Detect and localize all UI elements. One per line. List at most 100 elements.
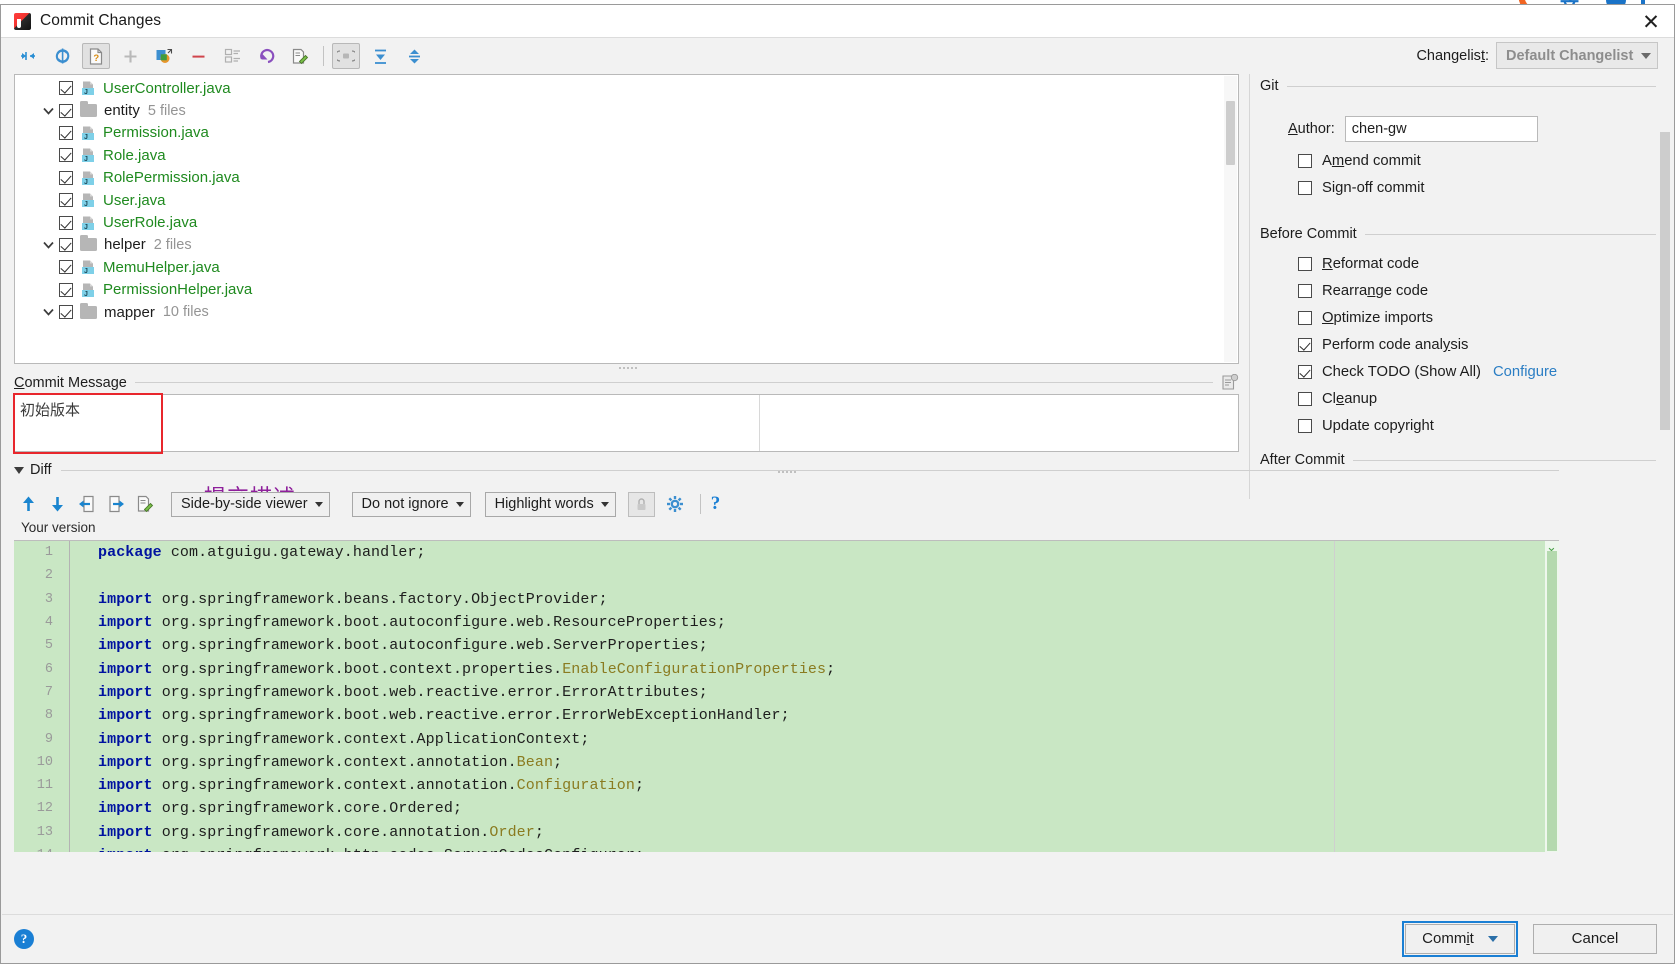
sign-off-commit-checkbox[interactable] xyxy=(1298,181,1312,195)
collapse-all-icon[interactable] xyxy=(400,43,428,69)
changed-files-tree[interactable]: J UserController.java entity 5 files J Permis… xyxy=(14,74,1239,364)
update-copyright-checkbox[interactable] xyxy=(1298,419,1312,433)
diff-code-viewer[interactable]: 1 package com.atguigu.gateway.handler; 2 3 i… xyxy=(14,540,1559,858)
collapse-triangle-icon[interactable] xyxy=(14,466,24,474)
rearrange-code-checkbox[interactable] xyxy=(1298,284,1312,298)
commit-button[interactable]: Commit xyxy=(1405,923,1515,954)
cancel-button[interactable]: Cancel xyxy=(1533,923,1657,954)
tree-file-name: UserRole.java xyxy=(103,214,198,232)
tree-row-checkbox[interactable] xyxy=(59,305,73,320)
tree-folder-row[interactable]: entity 5 files xyxy=(15,99,1238,121)
tree-row-checkbox[interactable] xyxy=(59,148,73,163)
tree-scrollbar[interactable] xyxy=(1224,76,1237,362)
edit-source-icon[interactable] xyxy=(286,43,314,69)
cleanup-checkbox[interactable] xyxy=(1298,392,1312,406)
diff-line-number: 12 xyxy=(36,801,53,817)
expand-chevron-icon[interactable] xyxy=(37,308,59,316)
tree-row-checkbox[interactable] xyxy=(59,170,73,185)
optimize-imports-checkbox[interactable] xyxy=(1298,311,1312,325)
diff-line-number: 13 xyxy=(36,824,53,840)
group-by-icon[interactable] xyxy=(218,43,246,69)
sign-off-commit-checkbox-row[interactable]: Sign-off commit xyxy=(1298,180,1674,196)
dialog-footer: ? Commit Cancel xyxy=(2,914,1673,962)
tree-row-checkbox[interactable] xyxy=(59,103,73,118)
options-scrollbar-thumb[interactable] xyxy=(1660,132,1670,430)
tree-row-checkbox[interactable] xyxy=(59,282,73,297)
tree-file-row[interactable]: J RolePermission.java xyxy=(15,167,1238,189)
tree-file-row[interactable]: J Permission.java xyxy=(15,122,1238,144)
java-file-icon: J xyxy=(80,147,96,163)
check-todo-checkbox[interactable] xyxy=(1298,365,1312,379)
tree-folder-row[interactable]: helper 2 files xyxy=(15,234,1238,256)
chevron-down-icon[interactable] xyxy=(1487,935,1498,942)
configure-link[interactable]: Configure xyxy=(1493,364,1557,380)
author-input[interactable] xyxy=(1344,116,1538,142)
help-icon[interactable]: ? xyxy=(14,928,34,949)
tree-folder-row[interactable]: mapper 10 files xyxy=(15,301,1238,323)
dialog-body: J UserController.java entity 5 files J Permis… xyxy=(1,74,1674,511)
accept-left-icon[interactable] xyxy=(72,491,101,517)
help-icon[interactable]: ? xyxy=(711,493,721,515)
perform-code-analysis-checkbox[interactable] xyxy=(1298,338,1312,352)
diff-viewer-mode-dropdown[interactable]: Side-by-side viewer xyxy=(171,491,330,517)
tree-scrollbar-thumb[interactable] xyxy=(1226,101,1235,165)
tree-row-checkbox[interactable] xyxy=(59,215,73,230)
delete-icon[interactable] xyxy=(184,43,212,69)
show-unversioned-files-icon[interactable]: ? xyxy=(82,43,110,69)
tree-file-row[interactable]: J MemuHelper.java xyxy=(15,256,1238,278)
diff-highlight-dropdown[interactable]: Highlight words xyxy=(484,491,616,517)
accept-right-icon[interactable] xyxy=(101,491,130,517)
previous-difference-icon[interactable] xyxy=(14,491,43,517)
commit-message-history-icon[interactable] xyxy=(1221,373,1239,391)
show-diff-icon[interactable] xyxy=(150,43,178,69)
edit-source-icon[interactable] xyxy=(130,491,159,517)
reformat-code-checkbox[interactable] xyxy=(1298,257,1312,271)
tree-row-checkbox[interactable] xyxy=(59,193,73,208)
commit-message-input[interactable]: 初始版本 xyxy=(14,394,1239,452)
tree-file-row[interactable]: J Role.java xyxy=(15,144,1238,166)
tree-file-row[interactable]: J UserController.java xyxy=(15,77,1238,99)
tree-resize-grip[interactable] xyxy=(615,364,641,371)
svg-text:J: J xyxy=(84,179,88,186)
collapse-to-changes-icon[interactable] xyxy=(14,43,42,69)
gear-icon[interactable] xyxy=(661,491,690,517)
expand-chevron-icon[interactable] xyxy=(37,241,59,249)
close-icon[interactable]: ✕ xyxy=(1628,5,1674,38)
add-icon[interactable] xyxy=(116,43,144,69)
refresh-icon[interactable] xyxy=(48,43,76,69)
tree-row-checkbox[interactable] xyxy=(59,81,73,96)
tree-row-checkbox[interactable] xyxy=(59,237,73,252)
diff-line-text: import org.springframework.boot.web.reac… xyxy=(98,683,708,701)
next-difference-icon[interactable] xyxy=(43,491,72,517)
lock-icon[interactable] xyxy=(627,491,655,517)
tree-row-checkbox[interactable] xyxy=(59,260,73,275)
update-copyright-checkbox-row[interactable]: Update copyright xyxy=(1298,418,1674,434)
check-todo-checkbox-row[interactable]: Check TODO (Show All) Configure xyxy=(1298,364,1674,380)
cleanup-checkbox-row[interactable]: Cleanup xyxy=(1298,391,1674,407)
tree-row-checkbox[interactable] xyxy=(59,125,73,140)
perform-code-analysis-checkbox-row[interactable]: Perform code analysis xyxy=(1298,337,1674,353)
amend-commit-checkbox-row[interactable]: Amend commit xyxy=(1298,153,1674,169)
diff-whitespace-dropdown[interactable]: Do not ignore xyxy=(351,491,471,517)
diff-line-number: 7 xyxy=(44,684,53,700)
optimize-imports-checkbox-row[interactable]: Optimize imports xyxy=(1298,310,1674,326)
reformat-code-checkbox-row[interactable]: Reformat code xyxy=(1298,256,1674,272)
tree-file-row[interactable]: J UserRole.java xyxy=(15,211,1238,233)
rearrange-code-checkbox-row[interactable]: Rearrange code xyxy=(1298,283,1674,299)
amend-commit-checkbox[interactable] xyxy=(1298,154,1312,168)
tree-file-name: User.java xyxy=(103,191,166,209)
diff-scrollbar[interactable]: ⌄ xyxy=(1545,541,1559,858)
expand-all-icon[interactable] xyxy=(366,43,394,69)
tree-file-row[interactable]: J User.java xyxy=(15,189,1238,211)
expand-chevron-icon[interactable] xyxy=(37,107,59,115)
options-scrollbar[interactable] xyxy=(1659,82,1671,477)
tree-file-name: RolePermission.java xyxy=(103,169,240,187)
diff-scrollbar-thumb[interactable] xyxy=(1547,551,1557,851)
diff-resize-grip[interactable] xyxy=(778,468,808,475)
diff-line-text: import org.springframework.context.annot… xyxy=(98,777,645,795)
group-by-directory-icon[interactable] xyxy=(332,43,360,69)
tree-file-row[interactable]: J PermissionHelper.java xyxy=(15,279,1238,301)
changelist-value: Default Changelist xyxy=(1506,47,1634,64)
revert-icon[interactable] xyxy=(252,43,280,69)
changelist-dropdown[interactable]: Default Changelist xyxy=(1496,42,1658,69)
